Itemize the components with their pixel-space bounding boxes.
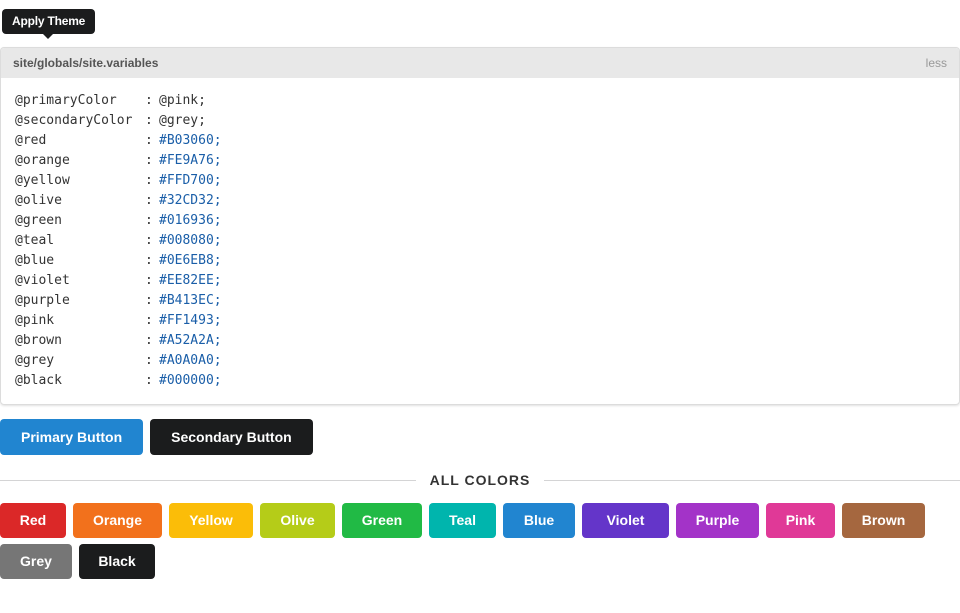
code-panel: site/globals/site.variables less @primar… <box>0 47 960 405</box>
code-line: @violet: #EE82EE; <box>15 271 945 291</box>
variable-value: #A0A0A0; <box>159 353 222 368</box>
code-file-path: site/globals/site.variables <box>13 56 159 70</box>
variable-name: @pink <box>15 313 55 328</box>
code-line: @black: #000000; <box>15 371 945 391</box>
colon-separator: : <box>145 133 153 148</box>
divider-line-left <box>0 479 416 481</box>
colon-separator: : <box>145 173 153 188</box>
colon-separator: : <box>145 213 153 228</box>
variable-name: @red <box>15 133 47 148</box>
variable-value: #EE82EE; <box>159 273 222 288</box>
code-line: @green: #016936; <box>15 211 945 231</box>
code-header: site/globals/site.variables less <box>1 48 959 78</box>
colon-separator: : <box>145 233 153 248</box>
color-button-olive[interactable]: Olive <box>260 503 335 538</box>
code-line: @grey: #A0A0A0; <box>15 351 945 371</box>
code-line: @secondaryColor: @grey; <box>15 111 945 131</box>
color-button-black[interactable]: Black <box>79 544 155 579</box>
variable-value: #32CD32; <box>159 193 222 208</box>
color-row: Grey Black <box>0 544 960 579</box>
code-line: @red: #B03060; <box>15 131 945 151</box>
variable-value: #FE9A76; <box>159 153 222 168</box>
variable-name: @teal <box>15 233 55 248</box>
code-line: @pink: #FF1493; <box>15 311 945 331</box>
code-line: @brown: #A52A2A; <box>15 331 945 351</box>
color-row: Red Orange Yellow Olive Green Teal Blue Violet P… <box>0 503 960 538</box>
colon-separator: : <box>145 293 153 308</box>
code-line: @teal: #008080; <box>15 231 945 251</box>
primary-button[interactable]: Primary Button <box>0 419 144 455</box>
color-button-red[interactable]: Red <box>0 503 66 538</box>
code-line: @purple: #B413EC; <box>15 291 945 311</box>
variable-name: @blue <box>15 253 55 268</box>
color-button-grey[interactable]: Grey <box>0 544 72 579</box>
variable-name: @grey <box>15 353 55 368</box>
colon-separator: : <box>145 313 153 328</box>
variable-value: #0E6EB8; <box>159 253 222 268</box>
variable-name: @primaryColor <box>15 93 117 108</box>
colon-separator: : <box>145 193 153 208</box>
variable-value: @pink; <box>159 93 206 108</box>
color-button-orange[interactable]: Orange <box>73 503 162 538</box>
color-button-blue[interactable]: Blue <box>503 503 575 538</box>
colon-separator: : <box>145 253 153 268</box>
apply-theme-label: Apply Theme <box>12 14 86 28</box>
variable-value: @grey; <box>159 113 206 128</box>
colon-separator: : <box>145 113 153 128</box>
code-line: @yellow: #FFD700; <box>15 171 945 191</box>
variable-name: @violet <box>15 273 70 288</box>
variable-value: #B413EC; <box>159 293 222 308</box>
tooltip-caret <box>42 33 54 39</box>
all-colors-divider: ALL COLORS <box>0 470 960 490</box>
divider-label: ALL COLORS <box>429 472 531 488</box>
color-button-yellow[interactable]: Yellow <box>169 503 253 538</box>
variable-name: @secondaryColor <box>15 113 133 128</box>
variable-value: #016936; <box>159 213 222 228</box>
secondary-button[interactable]: Secondary Button <box>150 419 313 455</box>
colon-separator: : <box>145 333 153 348</box>
code-line: @blue: #0E6EB8; <box>15 251 945 271</box>
variable-value: #A52A2A; <box>159 333 222 348</box>
variable-name: @purple <box>15 293 70 308</box>
variable-name: @orange <box>15 153 70 168</box>
color-button-violet[interactable]: Violet <box>582 503 669 538</box>
color-button-purple[interactable]: Purple <box>676 503 759 538</box>
variable-name: @yellow <box>15 173 70 188</box>
color-buttons-grid: Red Orange Yellow Olive Green Teal Blue Violet P… <box>0 503 960 585</box>
variable-value: #B03060; <box>159 133 222 148</box>
color-button-brown[interactable]: Brown <box>842 503 925 538</box>
color-button-pink[interactable]: Pink <box>766 503 835 538</box>
apply-theme-button[interactable]: Apply Theme <box>2 9 96 39</box>
colon-separator: : <box>145 373 153 388</box>
color-button-green[interactable]: Green <box>342 503 422 538</box>
colon-separator: : <box>145 273 153 288</box>
color-button-teal[interactable]: Teal <box>429 503 496 538</box>
code-line: @olive: #32CD32; <box>15 191 945 211</box>
colon-separator: : <box>145 353 153 368</box>
code-body: @primaryColor: @pink; @secondaryColor: @gre… <box>1 78 959 391</box>
variable-value: #008080; <box>159 233 222 248</box>
variable-name: @green <box>15 213 62 228</box>
code-line: @primaryColor: @pink; <box>15 91 945 111</box>
variable-name: @olive <box>15 193 62 208</box>
variable-name: @brown <box>15 333 62 348</box>
code-language-label: less <box>925 56 947 70</box>
variable-value: #FF1493; <box>159 313 222 328</box>
variable-value: #FFD700; <box>159 173 222 188</box>
variable-value: #000000; <box>159 373 222 388</box>
colon-separator: : <box>145 93 153 108</box>
button-row: Primary Button Secondary Button <box>0 419 313 455</box>
divider-line-right <box>544 479 960 481</box>
variable-name: @black <box>15 373 62 388</box>
code-line: @orange: #FE9A76; <box>15 151 945 171</box>
colon-separator: : <box>145 153 153 168</box>
